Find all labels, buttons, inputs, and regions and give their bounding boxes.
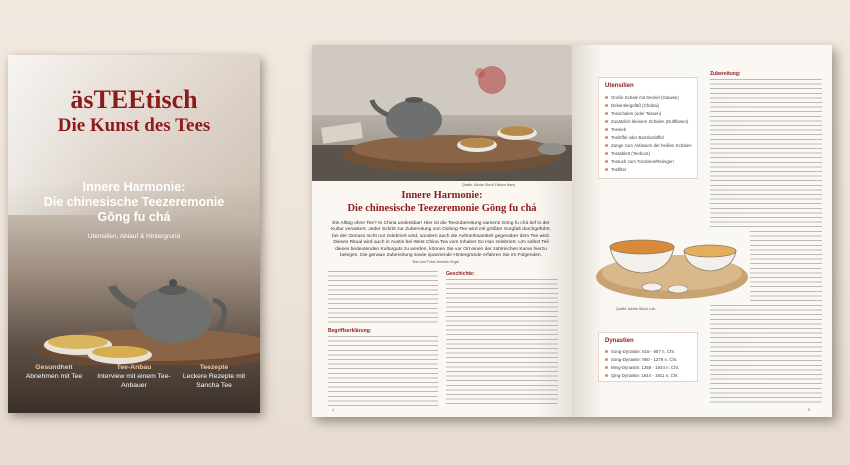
column-1-text: [328, 271, 438, 325]
utensils-item: Teesieb: [605, 127, 626, 132]
teaser-tea-farming-title: Tee-Anbau: [116, 364, 152, 371]
bullet-icon: [605, 350, 608, 354]
cover-subtitle: Die Kunst des Tees: [57, 115, 211, 136]
article-kicker: Innere Harmonie:: [401, 190, 483, 201]
cover-headline-2: Die chinesische Teezeremonie: [43, 195, 225, 209]
utensils-item: Teeschalen (oder Tassen): [605, 111, 661, 116]
cover-headline-1: Innere Harmonie:: [82, 180, 186, 194]
bullet-icon: [605, 128, 608, 132]
column-1-text-2: [328, 336, 438, 408]
dynasty-item: Song-Dynastie: 618 - 907 n. Chr.: [605, 349, 675, 354]
right-page: Utensilien Große Schale mit Deckel (Gaiw…: [572, 45, 832, 417]
column-1-heading: Begriffserklärung:: [328, 328, 372, 334]
cover-headline-subtitle: Utensilien, Ablauf & Hintergrund: [87, 233, 181, 240]
utensils-item: Teetablett (Teeboot): [605, 151, 650, 156]
utensils-item: Teefilter: [605, 167, 626, 172]
cover-headline-3: Gōng fu chá: [97, 210, 171, 224]
bullet-icon: [605, 104, 608, 108]
utensils-item: Zange zum Anfassen der heißen Schalen: [605, 143, 692, 148]
tea-photo-illustration: [312, 45, 572, 181]
teaser-tea-farming[interactable]: Tee-Anbau Interview mit einem Tee-Anbaue…: [94, 363, 174, 390]
utensils-item: Teetuch zum Trocknen/Reinigen: [605, 159, 674, 164]
dynasty-item: Ming-Dynastie: 1368 - 1644 n. Chr.: [605, 365, 679, 370]
article-intro: Ein Alltag ohne Tee? In China undenkbar!…: [331, 221, 551, 259]
page-number-left: 4: [332, 407, 335, 412]
dynasties-box: Dynastien Song-Dynastie: 618 - 907 n. Ch…: [598, 332, 698, 382]
dynasty-item: Qing-Dynastie: 1644 - 1911 n. Chr.: [605, 373, 679, 378]
cover-title: äsTEEtisch: [70, 85, 198, 114]
teaser-recipes-text: Leckere Rezepte mit Sancha Tee: [182, 373, 246, 389]
dynasties-title: Dynastien: [605, 338, 634, 344]
photo-caption: Quelle: Adobe Stock Faborn Harry: [462, 183, 516, 187]
bullet-icon: [605, 152, 608, 156]
utensils-item: Zusätzlich kleinere Schalen (Duftflasen): [605, 119, 688, 124]
illustration-caption: Quelle: Adobe Stock Lulu: [616, 307, 656, 311]
bullet-icon: [605, 358, 608, 362]
utensils-title: Utensilien: [605, 83, 634, 89]
utensils-item: Große Schale mit Deckel (Gaiwan): [605, 95, 679, 100]
teaser-recipes-title: Teezepte: [199, 364, 229, 371]
page-number-right: 5: [808, 407, 811, 412]
tea-set-illustration: [596, 239, 748, 299]
bullet-icon: [605, 160, 608, 164]
utensils-item: Teelöffel oder Bambuslöffel: [605, 135, 664, 140]
bullet-icon: [605, 96, 608, 100]
tea-photo: [312, 45, 572, 181]
column-2-heading: Geschichte:: [446, 271, 475, 277]
preparation-text-3: [710, 305, 822, 405]
utensils-item: Dekantiergefäß (Chahai): [605, 103, 659, 108]
preparation-text-2: [750, 231, 822, 301]
magazine-spread: Quelle: Adobe Stock Faborn Harry Innere …: [312, 45, 832, 417]
column-2-text: [446, 279, 558, 407]
teapot-illustration: [38, 279, 260, 365]
article-title: Die chinesische Teezeremonie Gōng fu chá: [347, 203, 537, 214]
bullet-icon: [605, 366, 608, 370]
bullet-icon: [605, 120, 608, 124]
preparation-heading: Zubereitung:: [710, 71, 741, 77]
magazine-cover: äsTEEtisch Die Kunst des Tees Innere Har…: [8, 55, 260, 413]
teaser-health-text: Abnehmen mit Tee: [25, 373, 83, 380]
teaser-tea-farming-text: Interview mit einem Tee-Anbauer: [97, 373, 171, 389]
bullet-icon: [605, 144, 608, 148]
bullet-icon: [605, 112, 608, 116]
bullet-icon: [605, 374, 608, 378]
left-page: Quelle: Adobe Stock Faborn Harry Innere …: [312, 45, 572, 417]
article-author: Text und Fotos Henrike Engel: [412, 260, 460, 264]
teaser-health-title: Gesundheit: [35, 364, 73, 371]
bullet-icon: [605, 136, 608, 140]
bullet-icon: [605, 168, 608, 172]
dynasty-item: Song-Dynastie: 960 - 1279 n. Chr.: [605, 357, 677, 362]
teaser-recipes[interactable]: Teezepte Leckere Rezepte mit Sancha Tee: [174, 363, 254, 390]
teaser-health[interactable]: Gesundheit Abnehmen mit Tee: [14, 363, 94, 381]
utensils-box: Utensilien Große Schale mit Deckel (Gaiw…: [598, 77, 698, 179]
